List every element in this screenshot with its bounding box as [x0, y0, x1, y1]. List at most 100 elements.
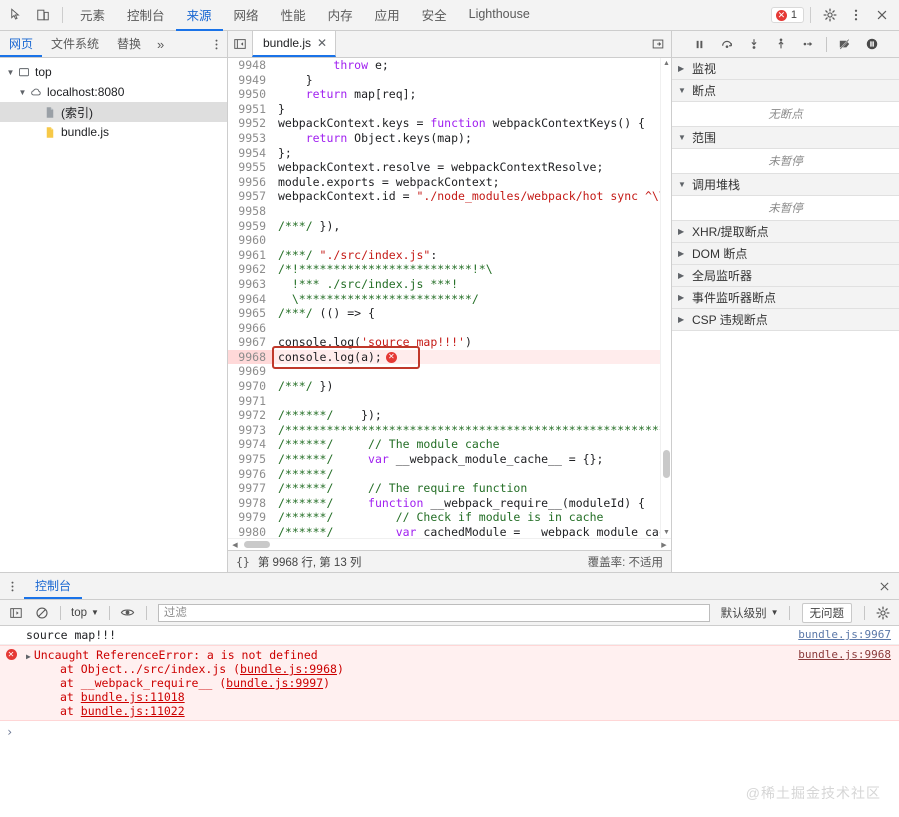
- navigator-kebab-menu-icon[interactable]: [205, 31, 227, 57]
- sidebar-section-header[interactable]: ▶ CSP 违规断点: [672, 309, 899, 331]
- line-number[interactable]: 9965: [228, 306, 272, 321]
- code-line[interactable]: 9951}: [228, 101, 660, 117]
- pause-script-button[interactable]: [688, 33, 712, 55]
- code-line[interactable]: 9973 /***********************************…: [228, 422, 660, 438]
- line-number[interactable]: 9960: [228, 233, 272, 248]
- code-line[interactable]: 9955 webpackContext.resolve = webpackCont…: [228, 160, 660, 175]
- line-number[interactable]: 9949: [228, 72, 272, 88]
- inspect-element-icon[interactable]: [4, 2, 30, 28]
- line-number[interactable]: 9958: [228, 203, 272, 219]
- device-toolbar-icon[interactable]: [30, 2, 56, 28]
- code-line[interactable]: 9978/******/ function __webpack_require_…: [228, 495, 660, 511]
- nav-tab-page[interactable]: 网页: [0, 31, 43, 57]
- code-line[interactable]: 9965/***/ (() => {: [228, 306, 660, 321]
- code-line[interactable]: 9961/***/ "./src/index.js":: [228, 247, 660, 263]
- scroll-right-arrow-icon[interactable]: ▶: [657, 541, 671, 549]
- sidebar-section-header[interactable]: ▶ 监视: [672, 58, 899, 80]
- collapse-pane-icon[interactable]: [228, 31, 252, 57]
- sidebar-section-header[interactable]: ▶ 全局监听器: [672, 265, 899, 287]
- code-line[interactable]: 9950 return map[req];: [228, 87, 660, 102]
- close-icon[interactable]: [869, 2, 895, 28]
- code-line[interactable]: 9975/******/ var __webpack_module_cache_…: [228, 452, 660, 467]
- code-line[interactable]: 9954};: [228, 145, 660, 161]
- line-number[interactable]: 9971: [228, 393, 272, 409]
- console-input-prompt[interactable]: ›: [0, 721, 899, 743]
- line-number[interactable]: 9974: [228, 437, 272, 453]
- line-number[interactable]: 9952: [228, 116, 272, 131]
- scroll-down-arrow-icon[interactable]: ▼: [662, 529, 671, 536]
- popout-icon[interactable]: [645, 31, 671, 57]
- deactivate-breakpoints-button[interactable]: [833, 33, 857, 55]
- line-number[interactable]: 9959: [228, 218, 272, 234]
- code-line[interactable]: 9974/******/ // The module cache: [228, 437, 660, 453]
- live-expression-icon[interactable]: [116, 603, 140, 623]
- editor-vertical-scrollbar[interactable]: ▲ ▼: [660, 58, 671, 538]
- code-line[interactable]: 9972/******/ });: [228, 408, 660, 423]
- code-content[interactable]: 9948 throw e; 9949 } 9950 return map[req];…: [228, 58, 660, 538]
- hscroll-track[interactable]: [242, 540, 657, 549]
- code-line[interactable]: 9952 webpackContext.keys = function webpa…: [228, 116, 660, 131]
- console-source-link[interactable]: bundle.js:9967: [798, 628, 891, 641]
- code-line[interactable]: 9979/******/ // Check if module is in ca…: [228, 510, 660, 525]
- sidebar-section-header[interactable]: ▶ 事件监听器断点: [672, 287, 899, 309]
- line-number[interactable]: 9975: [228, 452, 272, 467]
- nav-tab-filesystem[interactable]: 文件系统: [42, 31, 108, 57]
- tree-item-top[interactable]: ▼ top: [0, 62, 227, 82]
- stack-frame-link[interactable]: bundle.js:9997: [226, 676, 323, 690]
- step-button[interactable]: [796, 33, 820, 55]
- console-sidebar-icon[interactable]: [4, 603, 28, 623]
- line-number[interactable]: 9964: [228, 291, 272, 307]
- sidebar-section-header[interactable]: ▶ XHR/提取断点: [672, 221, 899, 243]
- stack-frame-link[interactable]: bundle.js:9968: [240, 662, 337, 676]
- chevron-down-icon[interactable]: ▼: [16, 88, 29, 97]
- console-settings-gear-icon[interactable]: [871, 603, 895, 623]
- tab-security[interactable]: 安全: [411, 0, 458, 31]
- clear-console-icon[interactable]: [30, 603, 54, 623]
- tab-application[interactable]: 应用: [364, 0, 411, 31]
- code-line[interactable]: 9970/***/ }): [228, 379, 660, 394]
- line-number[interactable]: 9978: [228, 495, 272, 511]
- line-number[interactable]: 9963: [228, 276, 272, 292]
- line-number[interactable]: 9957: [228, 189, 272, 204]
- kebab-menu-icon[interactable]: [843, 2, 869, 28]
- tab-sources[interactable]: 来源: [175, 0, 223, 31]
- line-number[interactable]: 9970: [228, 379, 272, 394]
- line-number[interactable]: 9973: [228, 422, 272, 438]
- stack-frame-link[interactable]: bundle.js:11022: [81, 704, 185, 718]
- tab-memory[interactable]: 内存: [317, 0, 364, 31]
- line-number[interactable]: 9962: [228, 262, 272, 277]
- step-over-button[interactable]: [715, 33, 739, 55]
- code-line[interactable]: 9956 module.exports = webpackContext;: [228, 174, 660, 190]
- editor-horizontal-scrollbar[interactable]: ◀ ▶: [228, 538, 671, 550]
- code-line[interactable]: 9962 /*!*************************!*\: [228, 262, 660, 277]
- code-line[interactable]: 9959/***/ }),: [228, 218, 660, 234]
- sidebar-section-header[interactable]: ▼ 调用堆栈: [672, 174, 899, 196]
- line-number[interactable]: 9956: [228, 174, 272, 190]
- code-line[interactable]: 9948 throw e;: [228, 58, 660, 73]
- line-number[interactable]: 9969: [228, 364, 272, 380]
- code-line[interactable]: 9964 \*************************/: [228, 291, 660, 307]
- chevron-right-icon[interactable]: ▶: [26, 652, 31, 661]
- code-line[interactable]: 9977/******/ // The require function: [228, 481, 660, 496]
- code-line[interactable]: 9960: [228, 233, 660, 248]
- line-number[interactable]: 9976: [228, 466, 272, 482]
- drawer-tab-console[interactable]: 控制台: [24, 573, 83, 599]
- line-number[interactable]: 9968: [228, 349, 272, 365]
- code-line[interactable]: 9949 }: [228, 72, 660, 88]
- inline-error-icon[interactable]: ✕: [385, 351, 397, 363]
- code-line[interactable]: 9953 return Object.keys(map);: [228, 130, 660, 146]
- code-line[interactable]: 9963 !*** ./src/index.js ***!: [228, 276, 660, 292]
- step-out-button[interactable]: [769, 33, 793, 55]
- console-level-selector[interactable]: 默认级别 ▼: [717, 603, 783, 623]
- console-source-link[interactable]: bundle.js:9968: [798, 648, 891, 661]
- console-log-message[interactable]: source map!!! bundle.js:9967: [0, 626, 899, 645]
- tab-network[interactable]: 网络: [223, 0, 270, 31]
- console-error-message[interactable]: ✕ ▶ Uncaught ReferenceError: a is not defi…: [0, 645, 899, 721]
- nav-tab-more-icon[interactable]: »: [150, 31, 171, 57]
- code-line[interactable]: 9969: [228, 364, 660, 380]
- editor-tab-close-icon[interactable]: ✕: [317, 36, 327, 50]
- code-line[interactable]: 9958: [228, 203, 660, 219]
- tree-item-index[interactable]: (索引): [0, 102, 227, 122]
- tree-item-bundle-js[interactable]: bundle.js: [0, 122, 227, 142]
- pause-on-exceptions-button[interactable]: [860, 33, 884, 55]
